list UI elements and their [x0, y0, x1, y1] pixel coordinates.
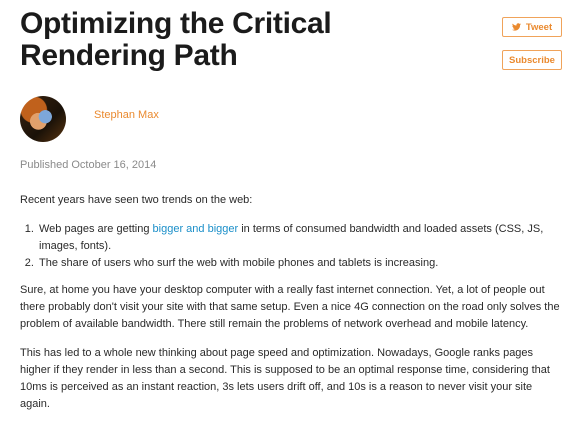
title-line-2: Rendering Path: [20, 39, 238, 72]
article-body: Recent years have seen two trends on the…: [20, 192, 565, 425]
published-date: Published October 16, 2014: [20, 159, 157, 171]
list-item-text: The share of users who surf the web with…: [39, 257, 439, 269]
paragraph: Sure, at home you have your desktop comp…: [20, 284, 560, 330]
article-page: Optimizing the Critical Rendering Path T…: [0, 0, 581, 410]
paragraph: This has led to a whole new thinking abo…: [20, 347, 550, 410]
author-avatar: [20, 96, 66, 142]
list-item: The share of users who surf the web with…: [37, 255, 565, 272]
list-item: Web pages are getting bigger and bigger …: [37, 221, 565, 255]
subscribe-button[interactable]: Subscribe: [502, 50, 562, 70]
subscribe-label: Subscribe: [509, 54, 555, 66]
author-link[interactable]: Stephan Max: [94, 109, 159, 121]
tweet-label: Tweet: [525, 21, 553, 33]
trend-list: Web pages are getting bigger and bigger …: [20, 221, 565, 272]
list-item-text: Web pages are getting: [39, 223, 153, 235]
tweet-button[interactable]: Tweet: [502, 17, 562, 37]
title-line-1: Optimizing the Critical: [20, 7, 332, 40]
bigger-and-bigger-link[interactable]: bigger and bigger: [153, 223, 239, 235]
twitter-bird-icon: [511, 23, 521, 31]
intro-paragraph: Recent years have seen two trends on the…: [20, 194, 253, 206]
page-title: Optimizing the Critical Rendering Path: [20, 8, 480, 72]
